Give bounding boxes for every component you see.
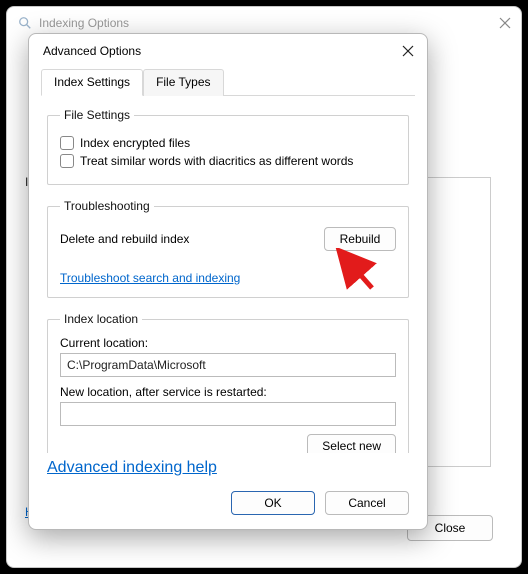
- tab-index-settings[interactable]: Index Settings: [41, 69, 143, 96]
- index-location-group: Index location Current location: New loc…: [47, 312, 409, 453]
- label-diacritics: Treat similar words with diacritics as d…: [80, 154, 353, 168]
- ok-button[interactable]: OK: [231, 491, 315, 515]
- close-icon[interactable]: [497, 15, 513, 31]
- label-current-location: Current location:: [60, 336, 396, 350]
- dialog-body: File Settings Index encrypted files Trea…: [29, 96, 427, 453]
- advanced-help-link[interactable]: Advanced indexing help: [47, 459, 217, 476]
- label-index-encrypted: Index encrypted files: [80, 136, 190, 150]
- troubleshooting-group: Troubleshooting Delete and rebuild index…: [47, 199, 409, 298]
- index-location-legend: Index location: [60, 312, 142, 326]
- checkbox-diacritics[interactable]: [60, 154, 74, 168]
- dialog-titlebar: Advanced Options: [29, 34, 427, 68]
- checkbox-index-encrypted[interactable]: [60, 136, 74, 150]
- new-location-field[interactable]: [60, 402, 396, 426]
- troubleshooting-legend: Troubleshooting: [60, 199, 154, 213]
- cancel-button[interactable]: Cancel: [325, 491, 409, 515]
- advanced-options-dialog: Advanced Options Index Settings File Typ…: [28, 33, 428, 530]
- label-new-location: New location, after service is restarted…: [60, 385, 396, 399]
- rebuild-button[interactable]: Rebuild: [324, 227, 396, 251]
- label-delete-rebuild: Delete and rebuild index: [60, 232, 189, 246]
- select-new-button[interactable]: Select new: [307, 434, 396, 453]
- current-location-field[interactable]: [60, 353, 396, 377]
- tabstrip: Index Settings File Types: [41, 68, 415, 96]
- bg-title: Indexing Options: [39, 16, 129, 30]
- file-settings-legend: File Settings: [60, 108, 134, 122]
- troubleshoot-link[interactable]: Troubleshoot search and indexing: [60, 271, 240, 285]
- tab-file-types[interactable]: File Types: [143, 69, 223, 96]
- dialog-button-row: OK Cancel: [29, 483, 427, 529]
- search-icon: [17, 15, 33, 31]
- close-button[interactable]: [399, 42, 417, 60]
- file-settings-group: File Settings Index encrypted files Trea…: [47, 108, 409, 185]
- dialog-title: Advanced Options: [43, 44, 141, 58]
